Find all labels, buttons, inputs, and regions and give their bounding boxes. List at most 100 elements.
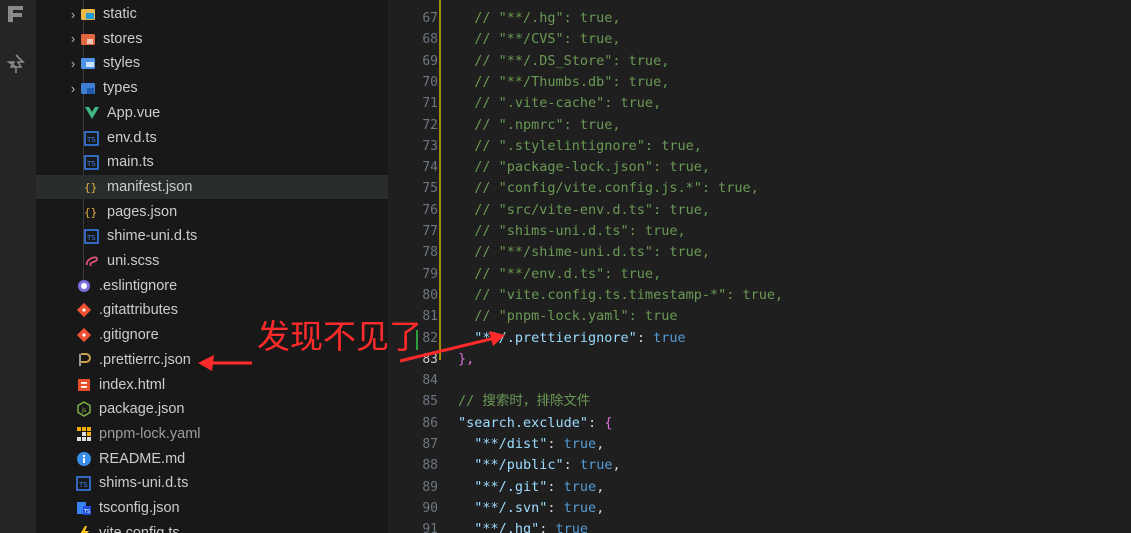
- tree-item-label: .gitattributes: [99, 302, 178, 319]
- tree-item-label: env.d.ts: [107, 129, 157, 146]
- file-item-readme-md[interactable]: README.md: [36, 447, 388, 471]
- git-icon: [76, 327, 92, 343]
- line-number: 79: [422, 266, 438, 282]
- line-number: 75: [422, 181, 438, 197]
- line-number: 69: [422, 53, 438, 69]
- code-token: // "shims-uni.d.ts": true,: [458, 223, 686, 239]
- file-item-uni-scss[interactable]: uni.scss: [36, 249, 388, 273]
- file-item-eslintignore[interactable]: .eslintignore: [36, 274, 388, 298]
- svg-text:js: js: [81, 407, 87, 414]
- code-token: :: [539, 521, 556, 533]
- git-icon: [76, 302, 92, 318]
- code-line[interactable]: "**/.hg": true: [458, 519, 588, 533]
- code-line[interactable]: },: [458, 349, 474, 370]
- code-token: // "pnpm-lock.yaml": true: [458, 308, 678, 325]
- file-item-pages-json[interactable]: {} pages.json: [36, 200, 388, 224]
- tree-item-label: vite.config.ts: [99, 524, 180, 533]
- chevron-right-icon[interactable]: ›: [66, 7, 80, 22]
- tree-item-label: App.vue: [107, 104, 161, 121]
- code-line[interactable]: // "**/shime-uni.d.ts": true,: [458, 242, 710, 263]
- code-token: // "**/env.d.ts": true,: [458, 265, 662, 282]
- code-line[interactable]: "search.exclude": {: [458, 413, 612, 434]
- code-line[interactable]: // ".vite-cache": true,: [458, 93, 661, 114]
- tree-item-label: static: [103, 6, 137, 22]
- node-icon: js: [76, 401, 92, 418]
- code-line[interactable]: // "pnpm-lock.yaml": true: [458, 306, 677, 327]
- tsconfig-icon: TS: [76, 500, 92, 516]
- json-icon: {}: [84, 204, 100, 220]
- code-token: :: [547, 436, 564, 452]
- file-item-index-html[interactable]: index.html: [36, 373, 388, 397]
- file-item-main-ts[interactable]: TS main.ts: [36, 150, 388, 174]
- code-line[interactable]: // "**/.hg": true,: [458, 8, 620, 29]
- tree-item-label: main.ts: [107, 154, 154, 171]
- code-line[interactable]: "**/.git": true,: [458, 477, 604, 498]
- code-token: "**/.git": [458, 478, 548, 495]
- tree-item-label: pages.json: [107, 203, 178, 220]
- folder-item-stores[interactable]: › stores: [36, 27, 388, 51]
- code-line[interactable]: // "**/.DS_Store": true,: [458, 51, 669, 72]
- tree-item-label: shime-uni.d.ts: [107, 228, 198, 245]
- file-item-vite-config-ts[interactable]: vite.config.ts: [36, 521, 388, 533]
- code-line[interactable]: // "config/vite.config.js.*": true,: [458, 178, 759, 199]
- file-item-tsconfig-json[interactable]: TS tsconfig.json: [36, 496, 388, 520]
- code-token: true: [563, 478, 597, 495]
- chevron-right-icon[interactable]: ›: [66, 31, 80, 46]
- chevron-right-icon[interactable]: ›: [66, 81, 80, 96]
- vscode-window: › static › stores › styles › types App.vue TS env.…: [0, 0, 1131, 533]
- code-line[interactable]: "**/public": true,: [458, 455, 620, 476]
- code-token: ,: [596, 478, 605, 495]
- code-token: :: [547, 478, 564, 495]
- folder-stores-icon: [80, 31, 96, 47]
- pnpm-icon: [76, 426, 92, 442]
- html-icon: [76, 377, 92, 393]
- tree-item-label: uni.scss: [107, 253, 160, 269]
- code-token: :: [636, 329, 654, 346]
- code-line[interactable]: // "**/Thumbs.db": true,: [458, 72, 669, 93]
- code-line[interactable]: "**/dist": true,: [458, 434, 604, 455]
- code-editor[interactable]: 67 68 69 70 71 72 73 74 75 76 77 78 79 80 81 82 83 84 85 86…: [388, 0, 1131, 533]
- svg-text:TS: TS: [86, 234, 96, 242]
- code-line[interactable]: // ".stylelintignore": true,: [458, 136, 702, 157]
- prettier-icon: [76, 352, 92, 368]
- code-token: // "config/vite.config.js.*": true,: [458, 180, 759, 197]
- code-token: true: [579, 457, 613, 474]
- code-line[interactable]: "**/.prettierignore": true: [458, 328, 685, 349]
- file-item-manifest-json[interactable]: {} manifest.json: [36, 174, 388, 199]
- file-item-shime-uni-d-ts[interactable]: TS shime-uni.d.ts: [36, 224, 388, 248]
- file-item-env-d-ts[interactable]: TS env.d.ts: [36, 126, 388, 150]
- file-item-app-vue[interactable]: App.vue: [36, 101, 388, 125]
- code-token: "**/.prettierignore": [458, 329, 637, 346]
- file-item-shims-uni-d-ts[interactable]: TS shims-uni.d.ts: [36, 471, 388, 495]
- ts-icon: TS: [84, 130, 100, 146]
- code-line[interactable]: // "shims-uni.d.ts": true,: [458, 221, 686, 242]
- code-token: true: [563, 499, 597, 516]
- code-token: true: [555, 521, 589, 533]
- code-line[interactable]: // "src/vite-env.d.ts": true,: [458, 200, 710, 221]
- code-token: "**/public": [458, 457, 564, 474]
- code-line[interactable]: // "vite.config.ts.timestamp-*": true,: [458, 285, 783, 306]
- line-number: 89: [422, 479, 438, 495]
- sass-icon: [84, 253, 100, 269]
- line-number: 87: [422, 437, 438, 452]
- info-icon: [76, 451, 92, 467]
- code-line[interactable]: // "**/CVS": true,: [458, 29, 620, 50]
- line-number: 88: [422, 458, 438, 474]
- file-item-package-json[interactable]: js package.json: [36, 397, 388, 421]
- remote-explorer-icon[interactable]: [4, 2, 28, 26]
- line-number: 73: [422, 138, 438, 154]
- code-line[interactable]: "**/.svn": true,: [458, 498, 604, 519]
- folder-item-static[interactable]: › static: [36, 2, 388, 26]
- code-line[interactable]: // "package-lock.json": true,: [458, 157, 710, 178]
- folder-item-types[interactable]: › types: [36, 76, 388, 100]
- json-icon: {}: [84, 179, 100, 195]
- extension-tree-icon[interactable]: [4, 52, 28, 76]
- code-line[interactable]: // ".npmrc": true,: [458, 115, 620, 136]
- folder-item-styles[interactable]: › styles: [36, 51, 388, 75]
- file-item-pnpm-lock-yaml[interactable]: pnpm-lock.yaml: [36, 422, 388, 446]
- line-number: 86: [422, 415, 438, 431]
- chevron-right-icon[interactable]: ›: [66, 56, 80, 71]
- code-line[interactable]: // 搜索时，排除文件: [458, 391, 590, 412]
- code-line[interactable]: // "**/env.d.ts": true,: [458, 264, 661, 285]
- ts-icon: TS: [76, 475, 92, 492]
